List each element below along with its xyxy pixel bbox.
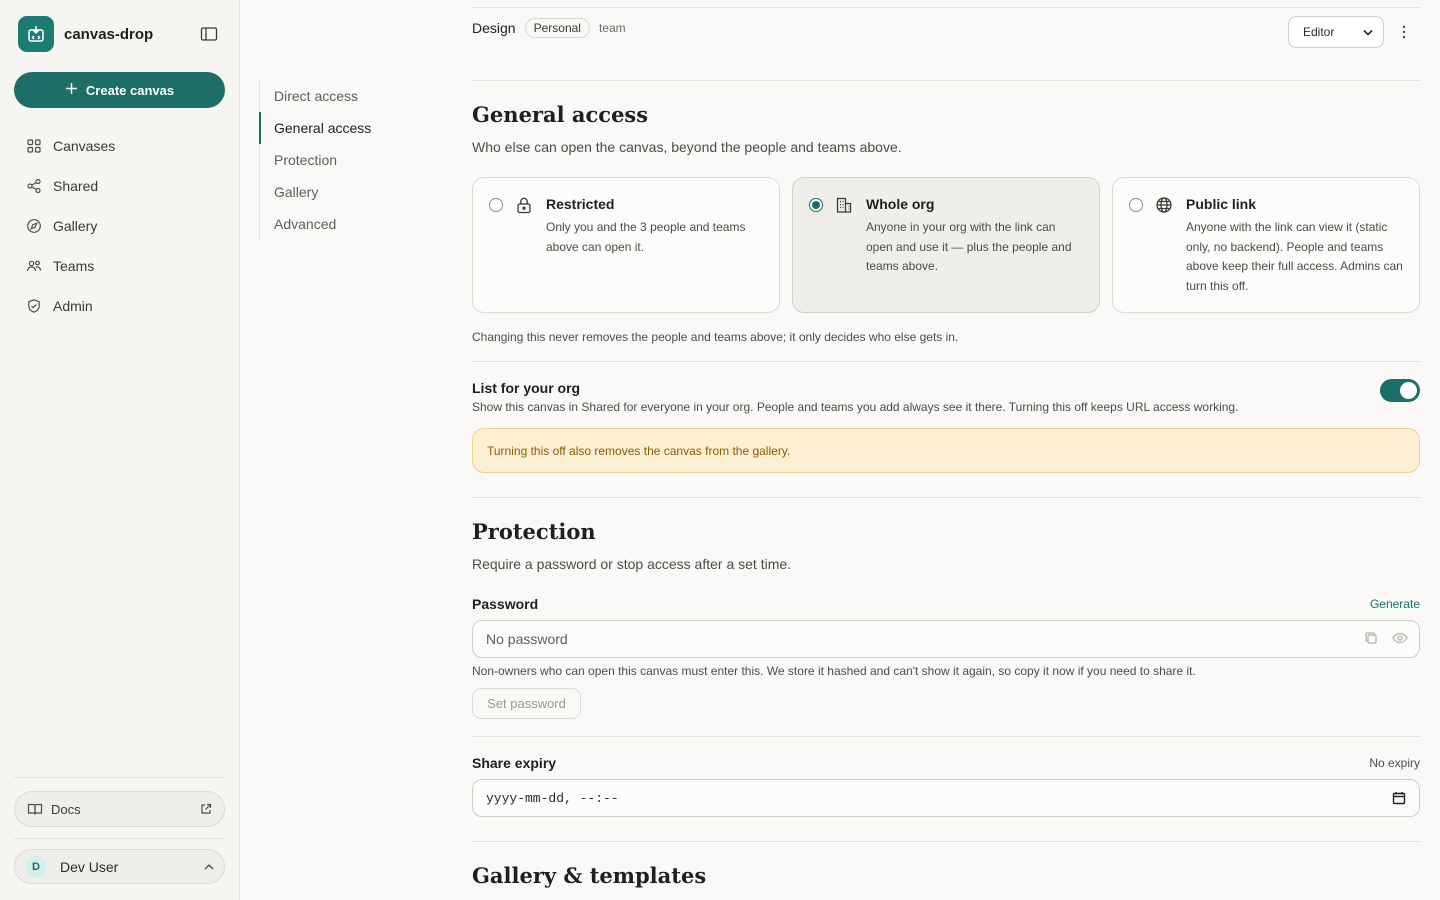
list-for-org-toggle[interactable] bbox=[1380, 379, 1420, 402]
general-access-note: Changing this never removes the people a… bbox=[472, 330, 959, 344]
general-access-title: General access bbox=[472, 102, 649, 127]
sidebar-item-teams[interactable]: Teams bbox=[14, 246, 225, 286]
eye-icon[interactable] bbox=[1392, 631, 1408, 650]
team-type-pill: Personal bbox=[524, 18, 590, 38]
plus-icon bbox=[65, 82, 78, 98]
user-menu-button[interactable]: D Dev User bbox=[14, 849, 225, 884]
set-password-button[interactable]: Set password bbox=[472, 688, 581, 719]
more-options-icon[interactable] bbox=[1398, 22, 1410, 42]
radio-button[interactable] bbox=[1129, 198, 1143, 212]
role-select[interactable]: Editor bbox=[1288, 16, 1384, 48]
compass-icon bbox=[27, 219, 41, 233]
share-icon bbox=[27, 178, 41, 194]
list-for-org-title: List for your org bbox=[472, 380, 581, 396]
book-icon bbox=[27, 803, 43, 815]
sidebar-nav: Canvases Shared Gallery Teams Admin bbox=[14, 126, 225, 326]
sidebar-toggle-icon[interactable] bbox=[200, 26, 218, 42]
external-link-icon bbox=[201, 803, 212, 814]
team-access-row: Design Personal team bbox=[472, 18, 626, 38]
calendar-icon[interactable] bbox=[1392, 791, 1406, 805]
chevron-up-icon bbox=[204, 864, 214, 870]
sidebar-item-label: Gallery bbox=[53, 218, 98, 234]
copy-icon[interactable] bbox=[1364, 631, 1378, 650]
sidebar-item-label: Teams bbox=[53, 258, 95, 274]
generate-password-link[interactable]: Generate bbox=[1370, 597, 1420, 611]
building-icon bbox=[835, 196, 853, 219]
team-tag: team bbox=[598, 21, 626, 35]
divider bbox=[472, 736, 1420, 737]
option-description: Anyone in your org with the link can ope… bbox=[866, 220, 1072, 273]
share-expiry-input[interactable]: yyyy-mm-dd, --:-- bbox=[472, 779, 1420, 817]
protection-title: Protection bbox=[472, 519, 596, 544]
create-canvas-button[interactable]: Create canvas bbox=[14, 72, 225, 108]
sidebar-item-shared[interactable]: Shared bbox=[14, 166, 225, 206]
section-nav: Direct access General access Protection … bbox=[259, 80, 439, 240]
gallery-templates-title: Gallery & templates bbox=[472, 863, 707, 888]
sidebar-item-admin[interactable]: Admin bbox=[14, 286, 225, 326]
brand[interactable]: canvas-drop bbox=[18, 16, 153, 52]
protection-subtitle: Require a password or stop access after … bbox=[472, 556, 792, 572]
access-option-whole-org[interactable]: Whole org Anyone in your org with the li… bbox=[792, 177, 1100, 313]
sidebar: canvas-drop Create canvas Canvases Share… bbox=[0, 0, 240, 900]
docs-label: Docs bbox=[51, 801, 81, 817]
date-placeholder: yyyy-mm-dd, --:-- bbox=[486, 790, 619, 806]
user-name: Dev User bbox=[60, 858, 119, 875]
section-nav-advanced[interactable]: Advanced bbox=[260, 208, 439, 240]
gallery-warning-banner: Turning this off also removes the canvas… bbox=[472, 428, 1420, 473]
lock-icon bbox=[515, 196, 533, 219]
radio-button[interactable] bbox=[809, 198, 823, 212]
password-input[interactable] bbox=[472, 620, 1420, 658]
share-expiry-label: Share expiry bbox=[472, 755, 557, 771]
section-nav-general-access[interactable]: General access bbox=[259, 112, 439, 144]
divider bbox=[472, 841, 1420, 842]
divider bbox=[472, 497, 1420, 498]
section-nav-protection[interactable]: Protection bbox=[260, 144, 439, 176]
app-logo-icon bbox=[18, 16, 54, 52]
sidebar-divider bbox=[14, 838, 225, 839]
create-canvas-label: Create canvas bbox=[85, 82, 175, 98]
sidebar-item-label: Canvases bbox=[53, 138, 116, 154]
section-nav-direct-access[interactable]: Direct access bbox=[260, 80, 439, 112]
people-icon bbox=[26, 260, 42, 272]
password-actions bbox=[1364, 631, 1408, 650]
grid-icon bbox=[27, 139, 41, 153]
team-name: Design bbox=[472, 20, 516, 36]
general-access-subtitle: Who else can open the canvas, beyond the… bbox=[472, 139, 902, 155]
app-name: canvas-drop bbox=[64, 25, 154, 43]
docs-link[interactable]: Docs bbox=[14, 791, 225, 827]
sidebar-item-gallery[interactable]: Gallery bbox=[14, 206, 225, 246]
password-label: Password bbox=[472, 596, 539, 612]
avatar: D bbox=[25, 855, 47, 878]
role-select-value: Editor bbox=[1303, 25, 1335, 39]
section-nav-gallery[interactable]: Gallery bbox=[260, 176, 439, 208]
option-description: Anyone with the link can view it (static… bbox=[1186, 220, 1403, 293]
main-content: Design Personal team Editor General acce… bbox=[472, 0, 1420, 900]
chevron-down-icon bbox=[1363, 29, 1373, 36]
password-help-text: Non-owners who can open this canvas must… bbox=[472, 664, 1196, 678]
sidebar-item-canvases[interactable]: Canvases bbox=[14, 126, 225, 166]
expiry-state: No expiry bbox=[1369, 756, 1420, 770]
option-title: Whole org bbox=[866, 196, 935, 212]
warning-text: Turning this off also removes the canvas… bbox=[487, 443, 791, 458]
access-option-restricted[interactable]: Restricted Only you and the 3 people and… bbox=[472, 177, 780, 313]
radio-button[interactable] bbox=[489, 198, 503, 212]
access-options: Restricted Only you and the 3 people and… bbox=[472, 177, 1420, 313]
sidebar-divider bbox=[14, 777, 225, 778]
divider bbox=[472, 7, 1420, 8]
option-title: Restricted bbox=[546, 196, 615, 212]
divider bbox=[472, 361, 1420, 362]
sidebar-item-label: Shared bbox=[53, 178, 99, 194]
sidebar-item-label: Admin bbox=[53, 298, 93, 314]
list-for-org-description: Show this canvas in Shared for everyone … bbox=[472, 400, 1239, 414]
divider bbox=[472, 80, 1420, 81]
option-description: Only you and the 3 people and teams abov… bbox=[546, 220, 746, 254]
shield-icon bbox=[28, 299, 40, 313]
globe-icon bbox=[1155, 196, 1173, 219]
access-option-public-link[interactable]: Public link Anyone with the link can vie… bbox=[1112, 177, 1420, 313]
option-title: Public link bbox=[1186, 196, 1257, 212]
